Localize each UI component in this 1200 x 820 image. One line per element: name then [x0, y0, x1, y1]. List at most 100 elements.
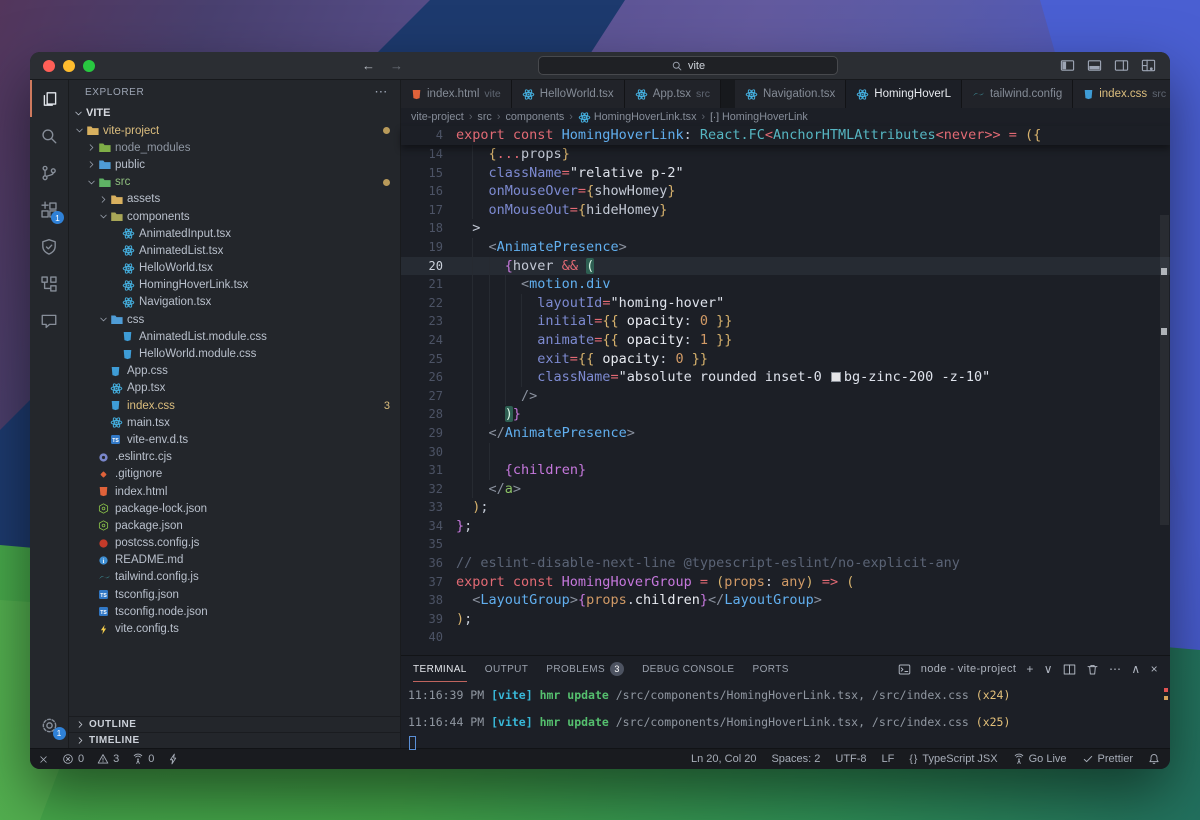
breadcrumb-item[interactable]: components — [505, 111, 564, 123]
sticky-scroll-line[interactable]: 4export const HomingHoverLink: React.FC<… — [401, 126, 1170, 145]
status-ports-forwarded[interactable]: 0 — [132, 753, 154, 765]
panel-tab-debug-console[interactable]: DEBUG CONSOLE — [642, 656, 734, 682]
code-line[interactable]: 21 <motion.div — [401, 275, 1170, 294]
code-line[interactable]: 40 — [401, 628, 1170, 647]
tree-item[interactable]: src — [69, 174, 400, 191]
status-remote-indicator[interactable] — [38, 754, 49, 765]
tab-app-tsx[interactable]: App.tsxsrc — [625, 80, 721, 108]
code-line[interactable]: 23 initial={{ opacity: 0 }} — [401, 312, 1170, 331]
code-line[interactable]: 36// eslint-disable-next-line @typescrip… — [401, 554, 1170, 573]
code-line[interactable]: 24 animate={{ opacity: 1 }} — [401, 331, 1170, 350]
tab-index-html[interactable]: index.htmlvite — [401, 80, 512, 108]
tree-item[interactable]: main.tsx — [69, 414, 400, 431]
code-line[interactable]: 15 className="relative p-2" — [401, 164, 1170, 183]
panel-tab-output[interactable]: OUTPUT — [485, 656, 529, 682]
forward-button[interactable]: → — [390, 58, 403, 73]
sticky-line[interactable]: 4export const HomingHoverLink: React.FC<… — [401, 126, 1041, 145]
terminal-action[interactable]: × — [1151, 662, 1158, 676]
activity-search[interactable] — [30, 117, 68, 154]
code-line[interactable]: 35 — [401, 535, 1170, 554]
tree-item[interactable]: App.css — [69, 363, 400, 380]
activity-testing[interactable] — [30, 228, 68, 265]
toggle-secondary-sidebar-icon[interactable] — [1114, 58, 1129, 73]
tree-item[interactable]: package-lock.json — [69, 500, 400, 517]
tree-item[interactable]: TStsconfig.json — [69, 586, 400, 603]
code-line[interactable]: 16 onMouseOver={showHomey} — [401, 182, 1170, 201]
terminal-action[interactable]: ∨ — [1044, 662, 1053, 676]
toggle-primary-sidebar-icon[interactable] — [1060, 58, 1075, 73]
terminal-action[interactable]: ∧ — [1131, 662, 1140, 676]
command-center-search[interactable]: vite — [538, 56, 838, 75]
code-line[interactable]: 29 </AnimatePresence> — [401, 424, 1170, 443]
tree-item[interactable]: HomingHoverLink.tsx — [69, 277, 400, 294]
tab-hominghoverl[interactable]: HomingHoverL — [846, 80, 962, 108]
panel-tab-ports[interactable]: PORTS — [753, 656, 789, 682]
status-warnings[interactable]: 3 — [97, 753, 119, 765]
code-line[interactable]: 17 onMouseOut={hideHomey} — [401, 201, 1170, 220]
activity-comments[interactable] — [30, 302, 68, 339]
terminal-instance-label[interactable]: node - vite-project — [921, 663, 1017, 675]
panel-tab-problems[interactable]: PROBLEMS3 — [546, 656, 624, 682]
code-line[interactable]: 25 exit={{ opacity: 0 }} — [401, 350, 1170, 369]
split-icon[interactable] — [1063, 663, 1076, 676]
breadcrumb-item[interactable]: src — [477, 111, 491, 123]
breadcrumb-item[interactable]: [·]HomingHoverLink — [710, 111, 808, 123]
tree-item[interactable]: AnimatedList.tsx — [69, 242, 400, 259]
tree-item[interactable]: .eslintrc.cjs — [69, 449, 400, 466]
tree-item[interactable]: AnimatedInput.tsx — [69, 225, 400, 242]
sidebar-more-actions[interactable]: ⋯ — [374, 84, 388, 100]
status-power[interactable] — [167, 753, 179, 765]
tree-item[interactable]: index.html — [69, 483, 400, 500]
tree-item[interactable]: HelloWorld.module.css — [69, 345, 400, 362]
tab-navigation-tsx[interactable]: Navigation.tsx — [735, 80, 846, 108]
code-line[interactable]: 31 {children} — [401, 461, 1170, 480]
breadcrumb-item[interactable]: vite-project — [411, 111, 464, 123]
tree-item[interactable]: vite-project — [69, 122, 400, 139]
status-encoding[interactable]: UTF-8 — [835, 753, 866, 765]
status-go-live[interactable]: Go Live — [1013, 753, 1067, 765]
activity-source-control[interactable] — [30, 154, 68, 191]
tree-item[interactable]: vite.config.ts — [69, 620, 400, 637]
tree-item[interactable]: index.css3 — [69, 397, 400, 414]
section-outline[interactable]: OUTLINE — [69, 716, 400, 732]
tree-item[interactable]: TStsconfig.node.json — [69, 603, 400, 620]
status-prettier[interactable]: Prettier — [1082, 753, 1133, 765]
tab-helloworld-tsx[interactable]: HelloWorld.tsx — [512, 80, 625, 108]
code-line[interactable]: 20 {hover && ( — [401, 257, 1170, 276]
code-line[interactable]: 18 > — [401, 219, 1170, 238]
activity-explorer[interactable] — [30, 80, 68, 117]
breadcrumb-item[interactable]: HomingHoverLink.tsx — [578, 111, 697, 124]
code-area[interactable]: 14 {...props}15 className="relative p-2"… — [401, 145, 1170, 655]
terminal-output[interactable]: 11:16:39 PM [vite] hmr update /src/compo… — [401, 682, 1170, 752]
status-language-mode[interactable]: {}TypeScript JSX — [909, 753, 997, 765]
code-line[interactable]: 26 className="absolute rounded inset-0 b… — [401, 368, 1170, 387]
tree-item[interactable]: TSvite-env.d.ts — [69, 431, 400, 448]
toggle-panel-icon[interactable] — [1087, 58, 1102, 73]
tab-tailwind-config[interactable]: tailwind.config — [962, 80, 1073, 108]
tree-item[interactable]: Navigation.tsx — [69, 294, 400, 311]
tree-item[interactable]: package.json — [69, 517, 400, 534]
editor-scrollbar[interactable] — [1160, 215, 1169, 525]
terminal-action[interactable]: + — [1026, 662, 1033, 676]
code-line[interactable]: 33 ); — [401, 498, 1170, 517]
tree-item[interactable]: node_modules — [69, 139, 400, 156]
status-errors[interactable]: 0 — [62, 753, 84, 765]
panel-tab-terminal[interactable]: TERMINAL — [413, 656, 467, 682]
trash-icon[interactable] — [1086, 663, 1099, 676]
status-cursor-position[interactable]: Ln 20, Col 20 — [691, 753, 756, 765]
activity-remote-explorer[interactable] — [30, 265, 68, 302]
tree-item[interactable]: HelloWorld.tsx — [69, 260, 400, 277]
code-line[interactable]: 34}; — [401, 517, 1170, 536]
customize-layout-icon[interactable] — [1141, 58, 1156, 73]
tree-item[interactable]: .gitignore — [69, 466, 400, 483]
workspace-section-header[interactable]: VITE — [69, 104, 400, 122]
status-eol[interactable]: LF — [882, 753, 895, 765]
tree-item[interactable]: iREADME.md — [69, 552, 400, 569]
tree-item[interactable]: css — [69, 311, 400, 328]
status-indentation[interactable]: Spaces: 2 — [771, 753, 820, 765]
zoom-button[interactable] — [83, 60, 95, 72]
activity-settings[interactable]: 1 — [30, 708, 68, 742]
code-line[interactable]: 22 layoutId="homing-hover" — [401, 294, 1170, 313]
tree-item[interactable]: App.tsx — [69, 380, 400, 397]
code-line[interactable]: 38 <LayoutGroup>{props.children}</Layout… — [401, 591, 1170, 610]
